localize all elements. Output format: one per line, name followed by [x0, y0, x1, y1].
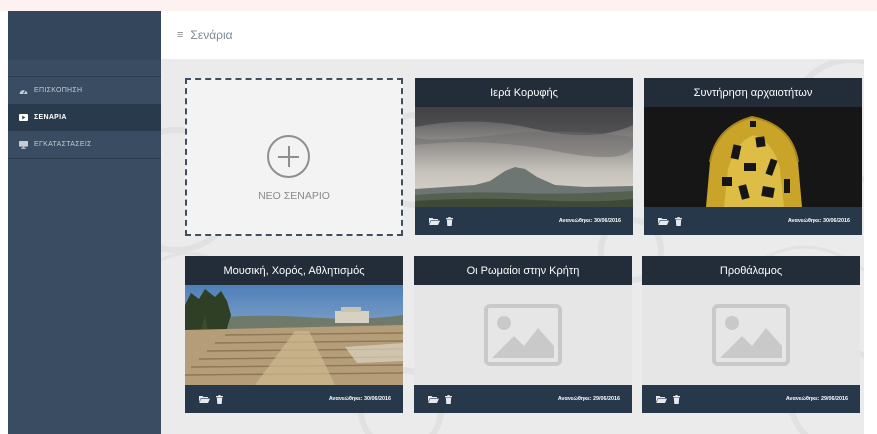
updated-date: Ανανεώθηκε: 29/06/2016	[785, 396, 848, 402]
sidebar-item-installations[interactable]: ΕΓΚΑΤΑΣΤΑΣΕΙΣ	[8, 131, 161, 158]
card-title: Μουσική, Χορός, Αθλητισμός	[185, 256, 403, 285]
theatre-ruins-photo	[185, 285, 403, 385]
folder-open-icon[interactable]	[199, 395, 210, 403]
page-title: Σενάρια	[190, 28, 233, 42]
trash-icon[interactable]	[445, 394, 452, 404]
image-placeholder	[414, 285, 632, 385]
sidebar-item-scenarios[interactable]: ΣΕΝΑΡΙΑ	[8, 104, 161, 131]
trash-icon[interactable]	[673, 394, 680, 404]
scenario-card[interactable]: Μουσική, Χορός, Αθλητισμός Ανανεώθηκε: 3…	[185, 256, 403, 413]
trash-icon[interactable]	[216, 394, 223, 404]
scenario-card[interactable]: Προθάλαμος Ανανεώθηκε: 29/06/2016	[642, 256, 860, 413]
new-scenario-label: ΝΕΟ ΣΕΝΑΡΙΟ	[258, 190, 330, 202]
card-footer: Ανανεώθηκε: 29/06/2016	[414, 385, 632, 413]
card-title: Ιερά Κορυφής	[415, 78, 633, 107]
hamburger-icon[interactable]: ≡	[177, 29, 183, 41]
monitor-icon	[18, 140, 28, 149]
image-placeholder-icon	[484, 304, 562, 366]
top-header: ≡ Σενάρια	[161, 11, 864, 60]
plus-circle-icon	[267, 135, 310, 178]
image-placeholder-icon	[712, 304, 790, 366]
sidebar-item-label: ΕΠΙΣΚΟΠΗΣΗ	[34, 87, 83, 94]
card-title: Συντήρηση αρχαιοτήτων	[644, 78, 862, 107]
sidebar-menu: ΕΠΙΣΚΟΠΗΣΗ ΣΕΝΑΡΙΑ ΕΓΚΑΤΑΣΤΑΣΕΙΣ	[8, 76, 161, 159]
folder-open-icon[interactable]	[428, 395, 439, 403]
card-footer: Ανανεώθηκε: 30/06/2016	[415, 207, 633, 235]
sidebar: ΕΠΙΣΚΟΠΗΣΗ ΣΕΝΑΡΙΑ ΕΓΚΑΤΑΣΤΑΣΕΙΣ	[8, 11, 161, 434]
new-scenario-card[interactable]: ΝΕΟ ΣΕΝΑΡΙΟ	[185, 78, 403, 236]
folder-open-icon[interactable]	[658, 217, 669, 225]
updated-date: Ανανεώθηκε: 30/06/2016	[558, 218, 621, 224]
card-title: Προθάλαμος	[642, 256, 860, 285]
updated-date: Ανανεώθηκε: 29/06/2016	[557, 396, 620, 402]
play-icon	[18, 113, 28, 122]
scenario-card[interactable]: Ιερά Κορυφής Ανανεώθηκε: 30/06/2016	[415, 78, 633, 235]
image-placeholder	[642, 285, 860, 385]
dashboard-icon	[18, 86, 28, 95]
folder-open-icon[interactable]	[656, 395, 667, 403]
trash-icon[interactable]	[446, 216, 453, 226]
updated-date: Ανανεώθηκε: 30/06/2016	[328, 396, 391, 402]
top-strip	[0, 0, 877, 11]
sidebar-item-overview[interactable]: ΕΠΙΣΚΟΠΗΣΗ	[8, 77, 161, 104]
updated-date: Ανανεώθηκε: 30/06/2016	[787, 218, 850, 224]
scenario-card[interactable]: Οι Ρωμαίοι στην Κρήτη Ανανεώθηκε: 29/06/…	[414, 256, 632, 413]
scenario-card[interactable]: Συντήρηση αρχαιοτήτων Ανανεώθηκε: 30/06/…	[644, 78, 862, 235]
card-footer: Ανανεώθηκε: 29/06/2016	[642, 385, 860, 413]
card-title: Οι Ρωμαίοι στην Κρήτη	[414, 256, 632, 285]
trash-icon[interactable]	[675, 216, 682, 226]
sidebar-item-label: ΕΓΚΑΤΑΣΤΑΣΕΙΣ	[34, 141, 92, 148]
sidebar-header	[8, 11, 161, 60]
card-footer: Ανανεώθηκε: 30/06/2016	[185, 385, 403, 413]
sidebar-item-label: ΣΕΝΑΡΙΑ	[34, 114, 67, 121]
main-content: ΝΕΟ ΣΕΝΑΡΙΟ Ιερά Κορυφής Ανανεώθηκε: 30/…	[161, 60, 864, 434]
mountain-photo	[415, 107, 633, 207]
card-footer: Ανανεώθηκε: 30/06/2016	[644, 207, 862, 235]
folder-open-icon[interactable]	[429, 217, 440, 225]
gold-artifact-photo	[644, 107, 862, 207]
